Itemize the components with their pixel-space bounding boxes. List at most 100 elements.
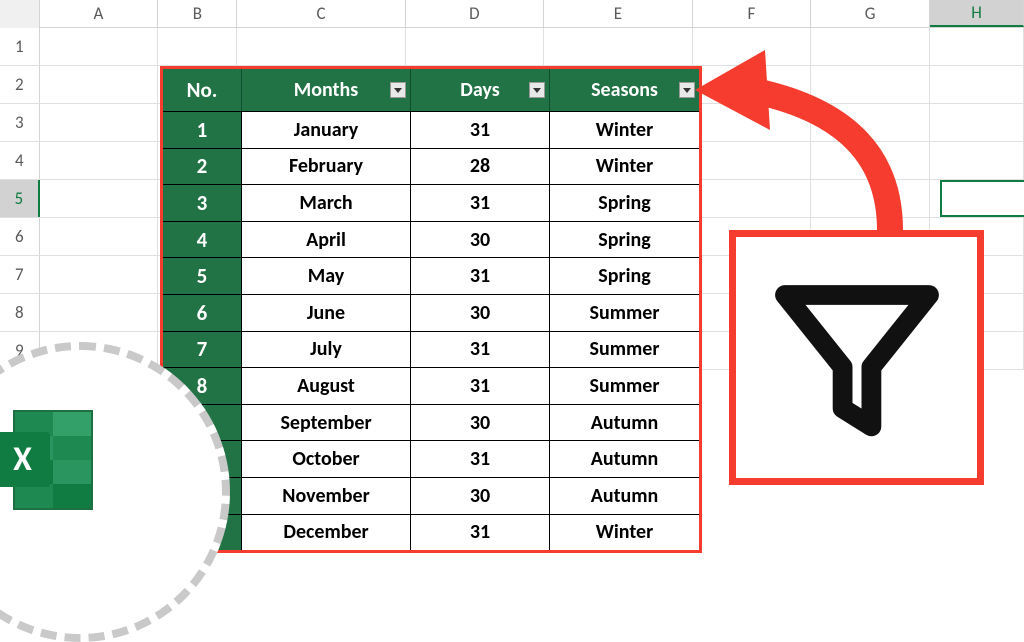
cell[interactable]: [693, 142, 812, 179]
table-row[interactable]: 7July31Summer: [163, 331, 699, 368]
cell-month[interactable]: September: [242, 404, 411, 441]
col-header-F[interactable]: F: [693, 0, 812, 27]
cell-month[interactable]: April: [242, 221, 411, 258]
cell[interactable]: [930, 104, 1024, 141]
cell[interactable]: [40, 142, 159, 179]
cell-month[interactable]: July: [242, 331, 411, 368]
row-header-6[interactable]: 6: [0, 218, 40, 255]
table-row[interactable]: 4April30Spring: [163, 221, 699, 258]
cell[interactable]: [544, 28, 692, 65]
cell[interactable]: [40, 180, 159, 217]
cell-no[interactable]: 1: [163, 111, 242, 148]
cell-days[interactable]: 28: [411, 148, 550, 185]
cell[interactable]: [40, 28, 159, 65]
header-seasons[interactable]: Seasons: [550, 69, 699, 111]
table-row[interactable]: 11November30Autumn: [163, 477, 699, 514]
cell[interactable]: [811, 28, 930, 65]
row-header-8[interactable]: 8: [0, 294, 40, 331]
col-header-C[interactable]: C: [237, 0, 405, 27]
table-row[interactable]: 6June30Summer: [163, 294, 699, 331]
cell-no[interactable]: 2: [163, 148, 242, 185]
table-row[interactable]: 8August31Summer: [163, 367, 699, 404]
cell[interactable]: [40, 294, 159, 331]
cell-season[interactable]: Summer: [550, 367, 699, 404]
cell[interactable]: [40, 256, 159, 293]
cell-month[interactable]: October: [242, 440, 411, 477]
cell-season[interactable]: Autumn: [550, 477, 699, 514]
col-header-A[interactable]: A: [40, 0, 159, 27]
col-header-H[interactable]: H: [930, 0, 1024, 27]
cell-days[interactable]: 31: [411, 514, 550, 551]
cell-month[interactable]: December: [242, 514, 411, 551]
cell-days[interactable]: 30: [411, 294, 550, 331]
cell-days[interactable]: 31: [411, 440, 550, 477]
filter-dropdown-icon[interactable]: [390, 82, 406, 98]
cell[interactable]: [930, 142, 1024, 179]
row-header-3[interactable]: 3: [0, 104, 40, 141]
table-row[interactable]: 9September30Autumn: [163, 404, 699, 441]
cell-month[interactable]: March: [242, 184, 411, 221]
selected-cell[interactable]: [940, 180, 1024, 217]
filter-dropdown-icon[interactable]: [529, 82, 545, 98]
cell-season[interactable]: Spring: [550, 221, 699, 258]
row-header-4[interactable]: 4: [0, 142, 40, 179]
cell-season[interactable]: Autumn: [550, 440, 699, 477]
cell-days[interactable]: 31: [411, 257, 550, 294]
cell-season[interactable]: Summer: [550, 331, 699, 368]
cell-season[interactable]: Autumn: [550, 404, 699, 441]
cell[interactable]: [693, 66, 812, 103]
cell-days[interactable]: 31: [411, 184, 550, 221]
cell[interactable]: [693, 28, 812, 65]
cell-season[interactable]: Winter: [550, 111, 699, 148]
row-header-2[interactable]: 2: [0, 66, 40, 103]
cell-days[interactable]: 31: [411, 367, 550, 404]
table-row[interactable]: 10October31Autumn: [163, 440, 699, 477]
cell-no[interactable]: 7: [163, 331, 242, 368]
header-no[interactable]: No.: [163, 69, 242, 111]
cell-month[interactable]: May: [242, 257, 411, 294]
cell[interactable]: [40, 66, 159, 103]
col-header-G[interactable]: G: [811, 0, 930, 27]
col-header-B[interactable]: B: [158, 0, 237, 27]
cell-no[interactable]: 6: [163, 294, 242, 331]
header-days[interactable]: Days: [411, 69, 550, 111]
cell-days[interactable]: 30: [411, 221, 550, 258]
cell-month[interactable]: November: [242, 477, 411, 514]
cell-days[interactable]: 30: [411, 477, 550, 514]
cell-season[interactable]: Winter: [550, 148, 699, 185]
cell-no[interactable]: 3: [163, 184, 242, 221]
cell-month[interactable]: January: [242, 111, 411, 148]
cell-month[interactable]: August: [242, 367, 411, 404]
cell[interactable]: [40, 104, 159, 141]
cell[interactable]: [158, 28, 237, 65]
col-header-D[interactable]: D: [406, 0, 545, 27]
cell-days[interactable]: 30: [411, 404, 550, 441]
cell-season[interactable]: Spring: [550, 257, 699, 294]
cell-days[interactable]: 31: [411, 111, 550, 148]
header-months[interactable]: Months: [242, 69, 411, 111]
filter-dropdown-icon[interactable]: [679, 82, 695, 98]
cell-days[interactable]: 31: [411, 331, 550, 368]
cell-season[interactable]: Spring: [550, 184, 699, 221]
cell[interactable]: [406, 28, 545, 65]
cell-month[interactable]: February: [242, 148, 411, 185]
cell[interactable]: [811, 180, 930, 217]
cell-season[interactable]: Winter: [550, 514, 699, 551]
cell-month[interactable]: June: [242, 294, 411, 331]
table-row[interactable]: 3March31Spring: [163, 184, 699, 221]
table-row[interactable]: 1January31Winter: [163, 111, 699, 148]
table-row[interactable]: 12December31Winter: [163, 514, 699, 551]
col-header-E[interactable]: E: [544, 0, 692, 27]
cell[interactable]: [930, 66, 1024, 103]
cell[interactable]: [693, 180, 812, 217]
select-all-corner[interactable]: [0, 0, 40, 28]
cell[interactable]: [40, 218, 159, 255]
cell[interactable]: [811, 66, 930, 103]
cell[interactable]: [237, 28, 405, 65]
row-header-7[interactable]: 7: [0, 256, 40, 293]
row-header-5[interactable]: 5: [0, 180, 40, 217]
cell-no[interactable]: 5: [163, 257, 242, 294]
cell-season[interactable]: Summer: [550, 294, 699, 331]
cell[interactable]: [811, 142, 930, 179]
table-row[interactable]: 2February28Winter: [163, 148, 699, 185]
